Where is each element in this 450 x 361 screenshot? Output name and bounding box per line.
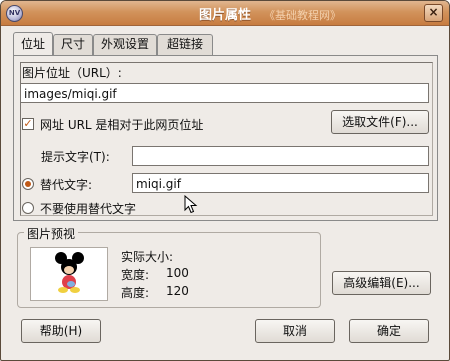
title-bar[interactable]: NV 图片属性 《基础教程网》 × — [1, 1, 449, 26]
watermark-text: 《基础教程网》 — [264, 9, 341, 22]
image-preview — [30, 247, 108, 301]
alt-text-input[interactable]: miqi.gif — [132, 173, 429, 193]
choose-file-button[interactable]: 选取文件(F)... — [331, 110, 429, 134]
advanced-edit-button[interactable]: 高级编辑(E)... — [332, 271, 431, 295]
help-button[interactable]: 帮助(H) — [21, 319, 101, 343]
window-title: 图片属性 — [198, 8, 251, 23]
mickey-thumbnail-image — [55, 252, 84, 293]
alt-text-label: 替代文字: — [40, 178, 93, 192]
image-properties-dialog: NV 图片属性 《基础教程网》 × 位址 尺寸 外观设置 超链接 图片位址（UR… — [0, 0, 450, 361]
no-alt-text-radio[interactable] — [22, 202, 34, 214]
image-preview-group: 图片预视 实际大小: 宽度: 100 高度: 120 — [17, 225, 321, 308]
no-alt-text-label: 不要使用替代文字 — [40, 202, 137, 216]
close-button[interactable]: × — [424, 4, 443, 22]
tooltip-input[interactable] — [132, 146, 429, 166]
mouse-cursor-icon — [184, 195, 198, 214]
width-label: 宽度: — [121, 268, 150, 282]
image-preview-title: 图片预视 — [24, 225, 79, 242]
cancel-button[interactable]: 取消 — [255, 319, 335, 343]
alt-text-radio[interactable] — [22, 178, 34, 190]
location-panel: 图片位址（URL）: images/miqi.gif ✓ 网址 URL 是相对于… — [13, 55, 438, 221]
relative-url-checkbox[interactable]: ✓ — [22, 118, 34, 130]
tooltip-label: 提示文字(T): — [41, 150, 110, 164]
width-value: 100 — [166, 266, 189, 280]
tab-appearance[interactable]: 外观设置 — [93, 34, 157, 56]
tab-location[interactable]: 位址 — [13, 32, 53, 55]
ok-button[interactable]: 确定 — [349, 319, 429, 343]
relative-url-label: 网址 URL 是相对于此网页位址 — [40, 118, 204, 132]
url-input[interactable]: images/miqi.gif — [20, 83, 429, 103]
height-value: 120 — [166, 284, 189, 298]
actual-size-label: 实际大小: — [121, 250, 174, 264]
height-label: 高度: — [121, 286, 150, 300]
tab-dimensions[interactable]: 尺寸 — [53, 34, 93, 56]
tab-link[interactable]: 超链接 — [157, 34, 213, 56]
url-label: 图片位址（URL）: — [22, 66, 122, 80]
